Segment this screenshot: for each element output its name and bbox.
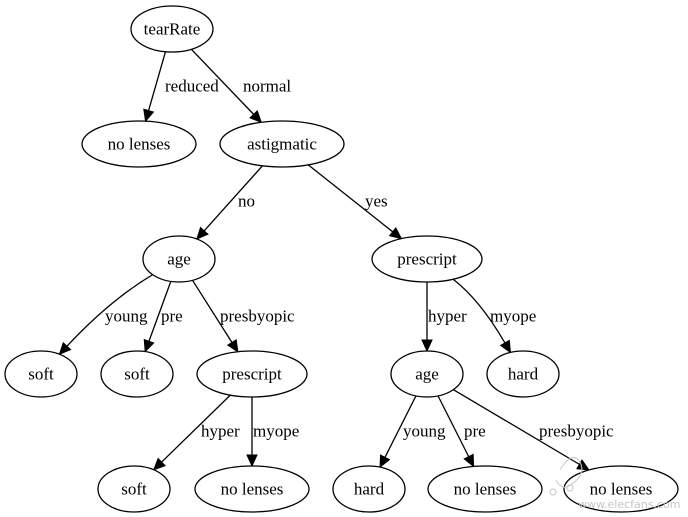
node-label: hard — [354, 480, 385, 499]
edge-label: yes — [365, 192, 388, 211]
node-label: soft — [28, 365, 54, 384]
node-label: soft — [124, 365, 150, 384]
node-label: no lenses — [454, 480, 517, 499]
leaf-node: soft — [97, 465, 171, 513]
node-label: soft — [121, 480, 147, 499]
decision-node: prescript — [371, 235, 483, 283]
node-label: tearRate — [144, 20, 201, 39]
decision-node: prescript — [196, 350, 308, 398]
tree-edge: young — [379, 395, 446, 469]
leaf-node: soft — [100, 350, 174, 398]
tree-edge: hyper — [152, 394, 240, 471]
decision-node: tearRate — [130, 5, 214, 53]
edge-label: pre — [464, 422, 486, 441]
node-label: age — [415, 365, 439, 384]
edge-label: presbyopic — [220, 307, 295, 326]
arrowhead-icon — [463, 453, 475, 468]
edge-label: presbyopic — [539, 422, 614, 441]
node-label: no lenses — [221, 480, 284, 499]
edge-label: myope — [490, 307, 536, 326]
edge-label: myope — [253, 422, 299, 441]
leaf-node: no lenses — [194, 465, 310, 513]
node-label: prescript — [222, 365, 282, 384]
arrowhead-icon — [388, 226, 403, 240]
arrowhead-icon — [379, 454, 391, 469]
arrowhead-icon — [499, 339, 512, 354]
arrowhead-icon — [576, 459, 590, 471]
edge-label: young — [105, 307, 148, 326]
edge-label: hyper — [201, 422, 240, 441]
node-label: no lenses — [590, 480, 653, 499]
node-label: no lenses — [108, 135, 171, 154]
tree-edge: young — [58, 274, 153, 356]
decision-node: age — [142, 235, 216, 283]
edge-label: hyper — [428, 307, 467, 326]
edge-label: reduced — [165, 77, 219, 96]
tree-edge: no — [196, 165, 263, 240]
edge-label: no — [238, 192, 255, 211]
decision-node: age — [390, 350, 464, 398]
tree-edge: pre — [143, 281, 183, 353]
leaf-node: no lenses — [81, 120, 197, 168]
node-label: prescript — [397, 250, 457, 269]
node-label: astigmatic — [247, 135, 317, 154]
arrowhead-icon — [226, 338, 239, 353]
tree-edge: reduced — [143, 51, 219, 123]
arrowhead-icon — [421, 339, 433, 353]
node-label: hard — [508, 365, 539, 384]
arrowhead-icon — [143, 108, 155, 123]
edge-label: pre — [161, 307, 183, 326]
decision-node: astigmatic — [219, 120, 345, 168]
leaf-node: hard — [486, 350, 560, 398]
edge-label: normal — [243, 77, 291, 96]
leaf-node: soft — [4, 350, 78, 398]
edge-line — [147, 51, 167, 111]
decision-tree-diagram: reduced normal no yes young pre presbyopic hype… — [4, 5, 680, 513]
arrowhead-icon — [143, 338, 155, 353]
leaf-node: no lenses — [427, 465, 543, 513]
tree-edge: myope — [246, 397, 299, 468]
tree-edge: hyper — [421, 282, 467, 353]
watermark-text: www.elecfans.com — [578, 498, 680, 511]
leaf-node: hard — [332, 465, 406, 513]
tree-edge: presbyopic — [191, 279, 295, 353]
node-label: age — [167, 250, 191, 269]
tree-edge: yes — [307, 164, 403, 240]
arrowhead-icon — [246, 454, 258, 468]
edge-label: young — [403, 422, 446, 441]
